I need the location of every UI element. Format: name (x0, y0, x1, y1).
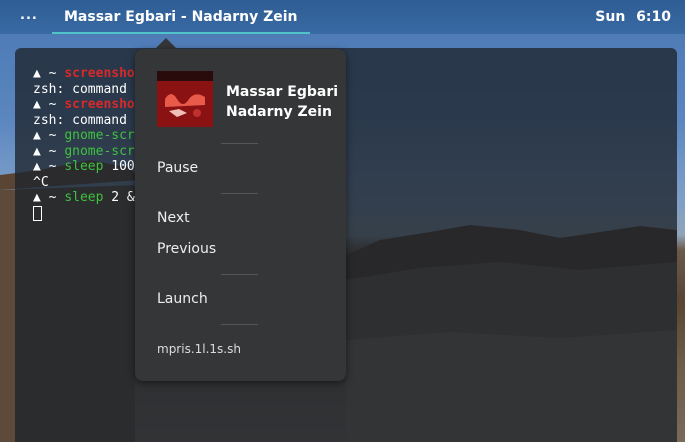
terminal-text: ▲ ~ (33, 66, 65, 81)
terminal-line: ▲ ~ screensho (33, 66, 135, 82)
clock[interactable]: Sun 6:10 (595, 0, 671, 34)
separator (221, 274, 258, 275)
media-indicator-title[interactable]: Massar Egbari - Nadarny Zein (52, 0, 310, 34)
terminal-output: ▲ ~ screensho zsh: command ▲ ~ screensho zs… (33, 66, 135, 223)
album-art-image (157, 71, 213, 127)
terminal-text: gnome-scr (64, 143, 135, 159)
terminal-text: ▲ ~ (33, 97, 65, 112)
separator (221, 324, 258, 325)
separator (221, 193, 258, 194)
terminal-text: ▲ ~ (33, 128, 65, 143)
terminal-text: gnome-scr (64, 128, 135, 143)
terminal-line: ▲ ~ gnome-scr (33, 128, 135, 144)
terminal-line: ▲ ~ gnome-scr (33, 144, 135, 160)
media-popover: Massar Egbari Nadarny Zein Pause Next Pr… (135, 49, 346, 381)
terminal-text: zsh: command (33, 81, 127, 97)
clock-day: Sun (595, 9, 626, 25)
terminal-text: ▲ ~ (33, 143, 65, 159)
terminal-text: ^C (33, 174, 49, 190)
terminal-line: ▲ ~ screensho (33, 97, 135, 113)
launch-button[interactable]: Launch (157, 291, 208, 307)
terminal-text: 2 & (103, 190, 135, 205)
terminal-text: sleep (64, 159, 104, 174)
terminal-line: ▲ ~ sleep 100 (33, 159, 135, 175)
track-artist: Nadarny Zein (226, 104, 332, 120)
track-info: Massar Egbari Nadarny Zein (226, 82, 338, 122)
terminal-text: zsh: command (33, 112, 127, 128)
track-title: Massar Egbari (226, 84, 339, 100)
pause-button[interactable]: Pause (157, 160, 198, 176)
terminal-text: sleep (64, 190, 104, 205)
activities-button[interactable]: ... (20, 8, 38, 23)
separator (221, 143, 258, 144)
terminal-line: ^C (33, 175, 135, 191)
terminal-cursor-line (33, 205, 135, 224)
terminal-text: ▲ ~ (33, 159, 65, 174)
previous-button[interactable]: Previous (157, 241, 216, 257)
next-button[interactable]: Next (157, 210, 190, 226)
top-bar: ... Massar Egbari - Nadarny Zein Sun 6:1… (0, 0, 685, 34)
terminal-text: screensho (64, 66, 135, 81)
terminal-line: zsh: command (33, 113, 135, 129)
terminal-text: ▲ ~ (33, 190, 65, 205)
terminal-text: 100 (103, 159, 135, 174)
clock-time: 6:10 (636, 9, 671, 25)
terminal-window[interactable]: ▲ ~ screensho zsh: command ▲ ~ screensho zs… (15, 48, 677, 442)
terminal-text: screensho (64, 97, 135, 112)
terminal-line: ▲ ~ sleep 2 & (33, 190, 135, 206)
terminal-line: zsh: command (33, 82, 135, 98)
script-name-label: mpris.1l.1s.sh (157, 342, 241, 356)
terminal-cursor (33, 205, 42, 221)
